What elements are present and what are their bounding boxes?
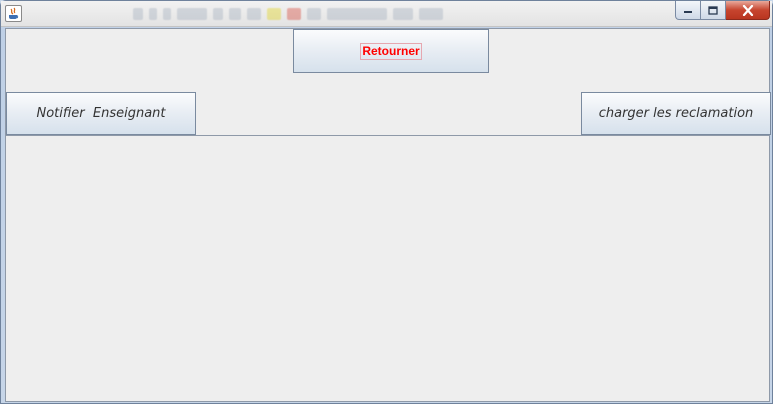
complaints-panel <box>6 135 769 401</box>
notify-teacher-button[interactable]: Notifier Enseignant <box>6 92 196 135</box>
content-pane: Retourner Notifier Enseignant charger le… <box>5 28 771 402</box>
maximize-icon <box>708 5 718 15</box>
app-window: Retourner Notifier Enseignant charger le… <box>0 0 773 404</box>
notify-teacher-label: Notifier Enseignant <box>36 106 166 121</box>
minimize-icon <box>684 11 692 13</box>
load-complaints-label: charger les reclamation <box>598 106 754 121</box>
load-complaints-button[interactable]: charger les reclamation <box>581 92 771 135</box>
minimize-button[interactable] <box>675 1 701 20</box>
title-bar[interactable] <box>1 1 772 27</box>
return-button-label: Retourner <box>360 42 422 60</box>
window-controls <box>675 1 770 20</box>
close-button[interactable] <box>726 1 770 20</box>
maximize-button[interactable] <box>701 1 726 20</box>
window-title <box>27 9 147 21</box>
background-toolbar-ghost <box>133 3 633 25</box>
close-icon <box>742 4 753 16</box>
return-button[interactable]: Retourner <box>293 29 489 73</box>
java-app-icon[interactable] <box>5 5 22 22</box>
